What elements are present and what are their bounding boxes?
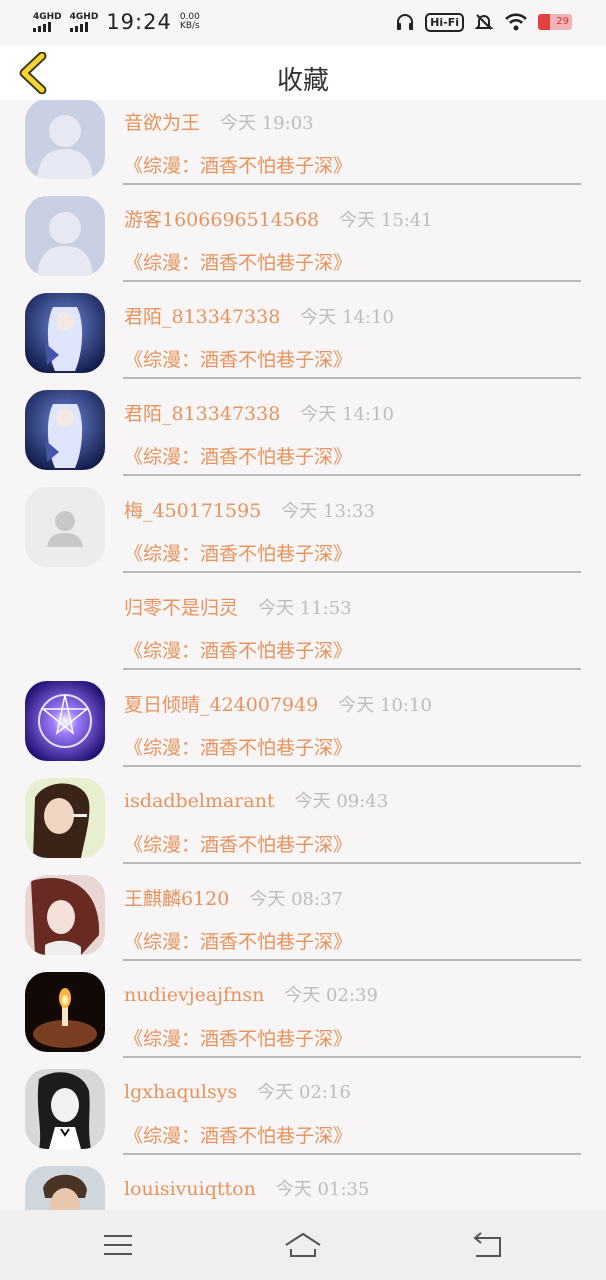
favorite-item[interactable]: louisivuiqtton今天 01:35《综漫：酒香不怕巷子深》 [0,1151,606,1210]
avatar[interactable] [25,1166,105,1210]
timestamp: 今天 14:10 [300,404,394,425]
app-header: 收藏 [0,46,606,100]
user-name: 王麒麟6120 今天 08:37 [124,884,343,911]
user-name-text: 君陌_813347338 [124,403,281,425]
user-name-text: 夏日倾晴_424007949 [124,694,319,716]
back-icon[interactable] [467,1228,507,1262]
book-title-link[interactable]: 《综漫：酒香不怕巷子深》 [124,733,352,760]
avatar[interactable] [25,487,105,567]
home-icon[interactable] [283,1228,323,1262]
avatar[interactable] [25,681,105,761]
favorite-item[interactable]: 音欲为王 今天 19:03 《综漫：酒香不怕巷子深》 [0,100,606,185]
favorite-item[interactable]: 君陌_813347338 今天 14:10 《综漫：酒香不怕巷子深》 [0,278,606,379]
headphones-icon [397,14,414,30]
user-name: 君陌_813347338 今天 14:10 [124,399,394,426]
signal-2: 4GHD [69,11,99,32]
favorite-item[interactable]: lgxhaqulsys 今天 02:16 《综漫：酒香不怕巷子深》 [0,1054,606,1155]
user-name-text: isdadbelmarant [124,790,275,812]
timestamp: 今天 19:03 [220,113,314,134]
book-title-link[interactable]: 《综漫：酒香不怕巷子深》 [124,636,352,663]
user-name-text: 游客1606696514568 [124,209,320,231]
avatar[interactable] [25,778,105,858]
timestamp: 今天 15:41 [339,210,433,231]
favorites-list[interactable]: 音欲为王 今天 19:03 《综漫：酒香不怕巷子深》 游客1606696514568 今… [0,100,606,1210]
net-speed-unit: KB/s [179,21,200,31]
avatar[interactable] [25,100,105,179]
user-name: 夏日倾晴_424007949 今天 10:10 [124,690,432,717]
timestamp: 今天 01:35 [275,1179,370,1200]
clock: 19:24 [106,10,172,34]
favorite-item[interactable]: 梅_450171595 今天 13:33 《综漫：酒香不怕巷子深》 [0,472,606,573]
favorite-item[interactable]: isdadbelmarant 今天 09:43 《综漫：酒香不怕巷子深》 [0,763,606,864]
user-name: 游客1606696514568 今天 15:41 [124,205,433,232]
user-name-text: 王麒麟6120 [124,888,230,910]
status-right: Hi-Fi 29 [395,12,572,32]
net-speed: 0.00 KB/s [180,13,200,31]
user-name: isdadbelmarant 今天 09:43 [124,787,388,813]
user-name-text: 音欲为王 [124,112,201,134]
system-nav-bar [0,1210,606,1280]
mute-bell-icon [474,14,494,30]
favorite-item[interactable]: 游客1606696514568 今天 15:41 《综漫：酒香不怕巷子深》 [0,181,606,282]
book-title-link[interactable]: 《综漫：酒香不怕巷子深》 [124,927,352,954]
avatar[interactable] [25,1069,105,1149]
book-title-link[interactable]: 《综漫：酒香不怕巷子深》 [124,830,352,857]
user-name: 归零不是归灵 今天 11:53 [124,593,352,620]
timestamp: 今天 14:10 [300,307,394,328]
timestamp: 今天 02:39 [284,985,378,1006]
timestamp: 今天 08:37 [249,889,343,910]
user-name-text: louisivuiqtton [124,1178,256,1200]
avatar[interactable] [25,875,105,955]
book-title-link[interactable]: 《综漫：酒香不怕巷子深》 [124,345,352,372]
book-title-link[interactable]: 《综漫：酒香不怕巷子深》 [124,442,352,469]
timestamp: 今天 11:53 [258,598,352,619]
book-title-link[interactable]: 《综漫：酒香不怕巷子深》 [124,248,352,275]
timestamp: 今天 02:16 [257,1082,351,1103]
user-name: 君陌_813347338 今天 14:10 [124,302,394,329]
user-name: nudievjeajfnsn 今天 02:39 [124,981,378,1007]
book-title-link[interactable]: 《综漫：酒香不怕巷子深》 [124,539,352,566]
menu-icon[interactable] [98,1228,138,1262]
favorite-item[interactable]: 君陌_813347338 今天 14:10 《综漫：酒香不怕巷子深》 [0,375,606,476]
book-title-link[interactable]: 《综漫：酒香不怕巷子深》 [124,1121,352,1148]
favorite-item[interactable]: 王麒麟6120 今天 08:37 《综漫：酒香不怕巷子深》 [0,860,606,961]
user-name-text: 归零不是归灵 [124,597,239,619]
battery-level: 29 [556,16,569,27]
avatar[interactable] [25,390,105,470]
hifi-badge: Hi-Fi [425,12,464,32]
user-name: lgxhaqulsys 今天 02:16 [124,1078,351,1104]
user-name: louisivuiqtton 今天 01:35 [124,1175,369,1201]
status-bar: 4GHD 4GHD 19:24 0.00 KB/s Hi-Fi 29 [0,0,606,46]
avatar[interactable] [25,293,105,373]
avatar[interactable] [25,196,105,276]
user-name-text: 君陌_813347338 [124,306,281,328]
timestamp: 今天 13:33 [281,501,375,522]
signal-bars-icon [33,21,51,32]
book-title-link[interactable]: 《综漫：酒香不怕巷子深》 [124,151,352,178]
battery-icon: 29 [538,14,572,30]
user-name-text: 梅_450171595 [124,500,262,522]
user-name: 音欲为王 今天 19:03 [124,108,314,135]
network-type-1: 4GHD [33,11,62,22]
user-name-text: nudievjeajfnsn [124,984,265,1006]
status-left: 4GHD 4GHD 19:24 0.00 KB/s [33,10,200,34]
network-type-2: 4GHD [69,11,99,22]
favorites-list-inner: 音欲为王 今天 19:03 《综漫：酒香不怕巷子深》 游客1606696514568 今… [0,100,606,1210]
signal-1: 4GHD [33,11,62,32]
signal-bars-icon [69,21,88,32]
user-name-text: lgxhaqulsys [124,1081,238,1103]
book-title-link[interactable]: 《综漫：酒香不怕巷子深》 [124,1024,352,1051]
favorite-item[interactable]: 归零不是归灵 今天 11:53 《综漫：酒香不怕巷子深》 [0,569,606,670]
timestamp: 今天 09:43 [294,791,389,812]
user-name: 梅_450171595 今天 13:33 [124,496,375,523]
favorite-item[interactable]: nudievjeajfnsn 今天 02:39 《综漫：酒香不怕巷子深》 [0,957,606,1058]
avatar[interactable] [25,972,105,1052]
favorite-item[interactable]: 夏日倾晴_424007949 今天 10:10 《综漫：酒香不怕巷子深》 [0,666,606,767]
wifi-icon [505,13,527,31]
timestamp: 今天 10:10 [338,695,432,716]
page-title: 收藏 [276,66,329,96]
